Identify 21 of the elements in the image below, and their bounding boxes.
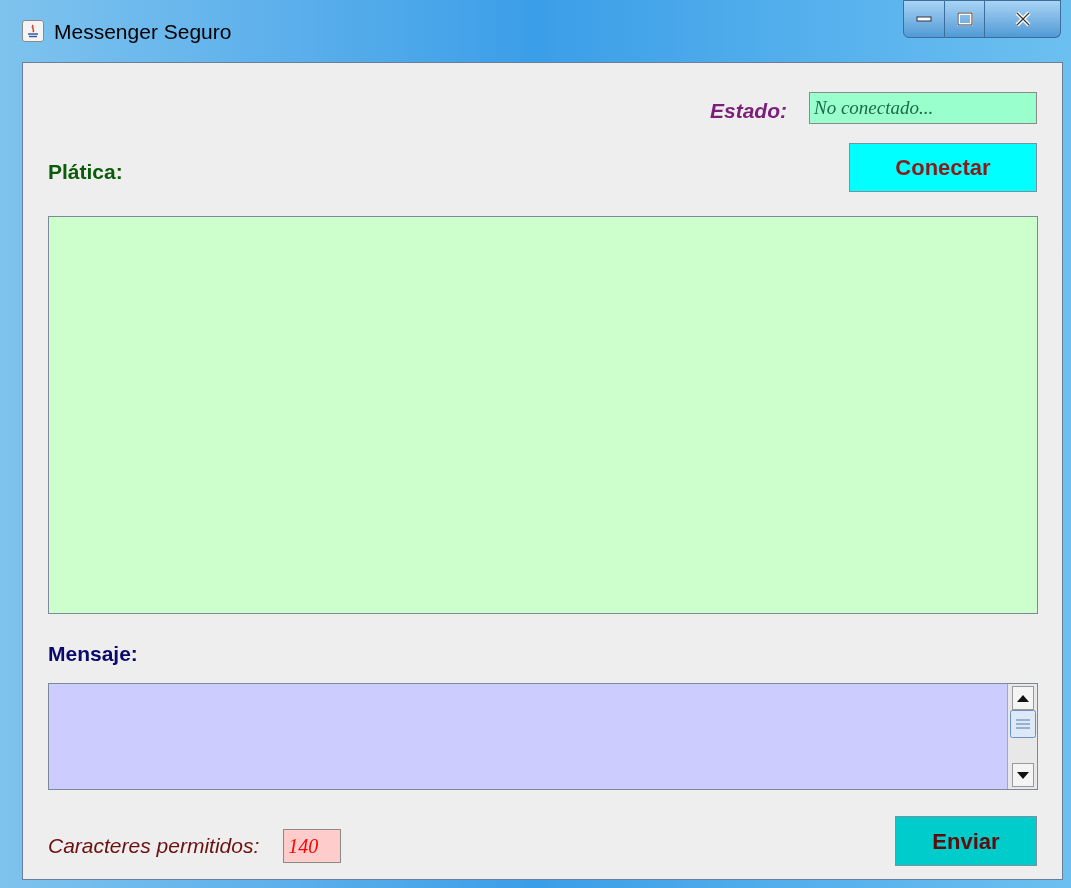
minimize-button[interactable] — [903, 0, 945, 38]
maximize-icon — [956, 12, 973, 26]
char-limit-field: 140 — [283, 829, 342, 863]
minimize-icon — [916, 16, 932, 22]
send-button[interactable]: Enviar — [895, 816, 1037, 866]
status-label: Estado: — [710, 98, 787, 124]
connect-button[interactable]: Conectar — [849, 142, 1037, 192]
chat-label: Plática: — [48, 159, 123, 185]
close-button[interactable] — [985, 0, 1061, 38]
scroll-down-icon[interactable] — [1011, 763, 1034, 787]
scrollbar[interactable] — [1007, 684, 1037, 789]
scroll-up-icon[interactable] — [1011, 686, 1034, 710]
status-field: No conectado... — [809, 91, 1037, 124]
message-field[interactable] — [48, 683, 1038, 790]
maximize-button[interactable] — [945, 0, 985, 38]
message-label: Mensaje: — [48, 640, 139, 667]
app-icon — [22, 20, 44, 42]
scroll-thumb-icon[interactable] — [1009, 710, 1036, 738]
char-limit-label: Caracteres permitidos: — [48, 833, 260, 860]
window-title: Messenger Seguro — [54, 20, 232, 44]
close-icon — [1013, 11, 1032, 27]
